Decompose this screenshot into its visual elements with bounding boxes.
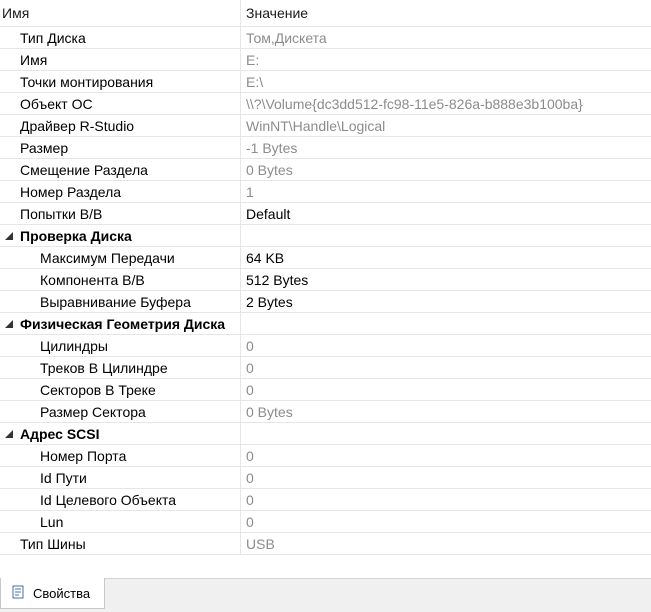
property-value: -1 Bytes [246, 140, 298, 156]
property-row-sectors-per-track[interactable]: Секторов В Треке 0 [0, 379, 651, 401]
property-name: Треков В Цилиндре [40, 360, 168, 376]
column-header-name[interactable]: Имя [2, 0, 240, 26]
grid-header: Имя Значение [0, 0, 651, 27]
tab-properties-label: Свойства [33, 586, 91, 601]
property-name: Id Целевого Объекта [40, 492, 177, 508]
property-name: Максимум Передачи [40, 250, 175, 266]
property-name: Имя [20, 52, 48, 68]
property-row-bus-type[interactable]: Тип Шины USB [0, 533, 651, 555]
property-value: 1 [246, 184, 254, 200]
property-name: Точки монтирования [20, 74, 154, 90]
group-row-disk-check[interactable]: Проверка Диска [0, 225, 651, 247]
group-name: Физическая Геометрия Диска [20, 316, 226, 332]
property-value: 0 [246, 382, 254, 398]
property-value: 0 Bytes [246, 162, 293, 178]
column-divider[interactable] [240, 0, 241, 26]
property-value-editable[interactable]: Default [246, 203, 646, 224]
property-row-path-id[interactable]: Id Пути 0 [0, 467, 651, 489]
property-value: E: [246, 52, 260, 68]
property-value-editable[interactable]: 512 Bytes [246, 269, 646, 290]
property-name: Компонента В/В [40, 272, 145, 288]
property-name: Попытки В/В [20, 206, 103, 222]
property-row-partition-number[interactable]: Номер Раздела 1 [0, 181, 651, 203]
group-row-scsi-address[interactable]: Адрес SCSI [0, 423, 651, 445]
column-header-value[interactable]: Значение [246, 0, 308, 26]
property-row-driver[interactable]: Драйвер R-Studio WinNT\Handle\Logical [0, 115, 651, 137]
group-name: Проверка Диска [20, 228, 132, 244]
property-name: Номер Порта [40, 448, 127, 464]
collapse-triangle-icon[interactable] [5, 430, 13, 438]
property-value: USB [246, 536, 275, 552]
property-row-max-transfer[interactable]: Максимум Передачи 64 KB [0, 247, 651, 269]
property-name: Размер Сектора [40, 404, 146, 420]
property-row-io-unit[interactable]: Компонента В/В 512 Bytes [0, 269, 651, 291]
property-row-partition-offset[interactable]: Смещение Раздела 0 Bytes [0, 159, 651, 181]
bottom-tab-bar: Свойства [0, 578, 651, 612]
property-row-disk-type[interactable]: Тип Диска Том,Дискета [0, 27, 651, 49]
property-row-mount-points[interactable]: Точки монтирования E:\ [0, 71, 651, 93]
property-row-sector-size[interactable]: Размер Сектора 0 Bytes [0, 401, 651, 423]
group-name: Адрес SCSI [20, 426, 100, 442]
property-row-name[interactable]: Имя E: [0, 49, 651, 71]
property-name: Выравнивание Буфера [40, 294, 191, 310]
property-row-target-id[interactable]: Id Целевого Объекта 0 [0, 489, 651, 511]
property-value: 0 [246, 338, 254, 354]
property-value: Том,Дискета [246, 30, 327, 46]
property-row-size[interactable]: Размер -1 Bytes [0, 137, 651, 159]
property-value-editable[interactable]: 2 Bytes [246, 291, 646, 312]
property-name: Lun [40, 514, 64, 530]
property-name: Драйвер R-Studio [20, 118, 135, 134]
property-name: Объект ОС [20, 96, 93, 112]
tab-properties[interactable]: Свойства [0, 578, 105, 609]
property-value-editable[interactable]: 64 KB [246, 247, 646, 268]
property-row-tracks-per-cylinder[interactable]: Треков В Цилиндре 0 [0, 357, 651, 379]
property-row-os-object[interactable]: Объект ОС \\?\Volume{dc3dd512-fc98-11e5-… [0, 93, 651, 115]
properties-icon [11, 585, 25, 599]
property-row-io-attempts[interactable]: Попытки В/В Default [0, 203, 651, 225]
property-value: 0 [246, 470, 254, 486]
property-row-cylinders[interactable]: Цилиндры 0 [0, 335, 651, 357]
property-value: 0 [246, 448, 254, 464]
property-name: Тип Диска [20, 30, 86, 46]
collapse-triangle-icon[interactable] [5, 320, 13, 328]
property-value: 0 Bytes [246, 404, 293, 420]
property-row-lun[interactable]: Lun 0 [0, 511, 651, 533]
property-name: Размер [20, 140, 69, 156]
property-value: 0 [246, 514, 254, 530]
property-name: Секторов В Треке [40, 382, 156, 398]
group-row-physical-geometry[interactable]: Физическая Геометрия Диска [0, 313, 651, 335]
property-value: E:\ [246, 74, 264, 90]
property-rows: Тип Диска Том,Дискета Имя E: Точки монти… [0, 27, 651, 555]
property-name: Смещение Раздела [20, 162, 148, 178]
property-row-port-number[interactable]: Номер Порта 0 [0, 445, 651, 467]
collapse-triangle-icon[interactable] [5, 232, 13, 240]
property-value: 0 [246, 492, 254, 508]
property-name: Цилиндры [40, 338, 108, 354]
properties-grid: Имя Значение Тип Диска Том,Дискета Имя E… [0, 0, 651, 555]
property-value: 0 [246, 360, 254, 376]
property-name: Номер Раздела [20, 184, 122, 200]
property-row-buffer-alignment[interactable]: Выравнивание Буфера 2 Bytes [0, 291, 651, 313]
property-value: WinNT\Handle\Logical [246, 118, 386, 134]
property-name: Id Пути [40, 470, 87, 486]
property-name: Тип Шины [20, 536, 86, 552]
property-value: \\?\Volume{dc3dd512-fc98-11e5-826a-b888e… [246, 96, 583, 112]
